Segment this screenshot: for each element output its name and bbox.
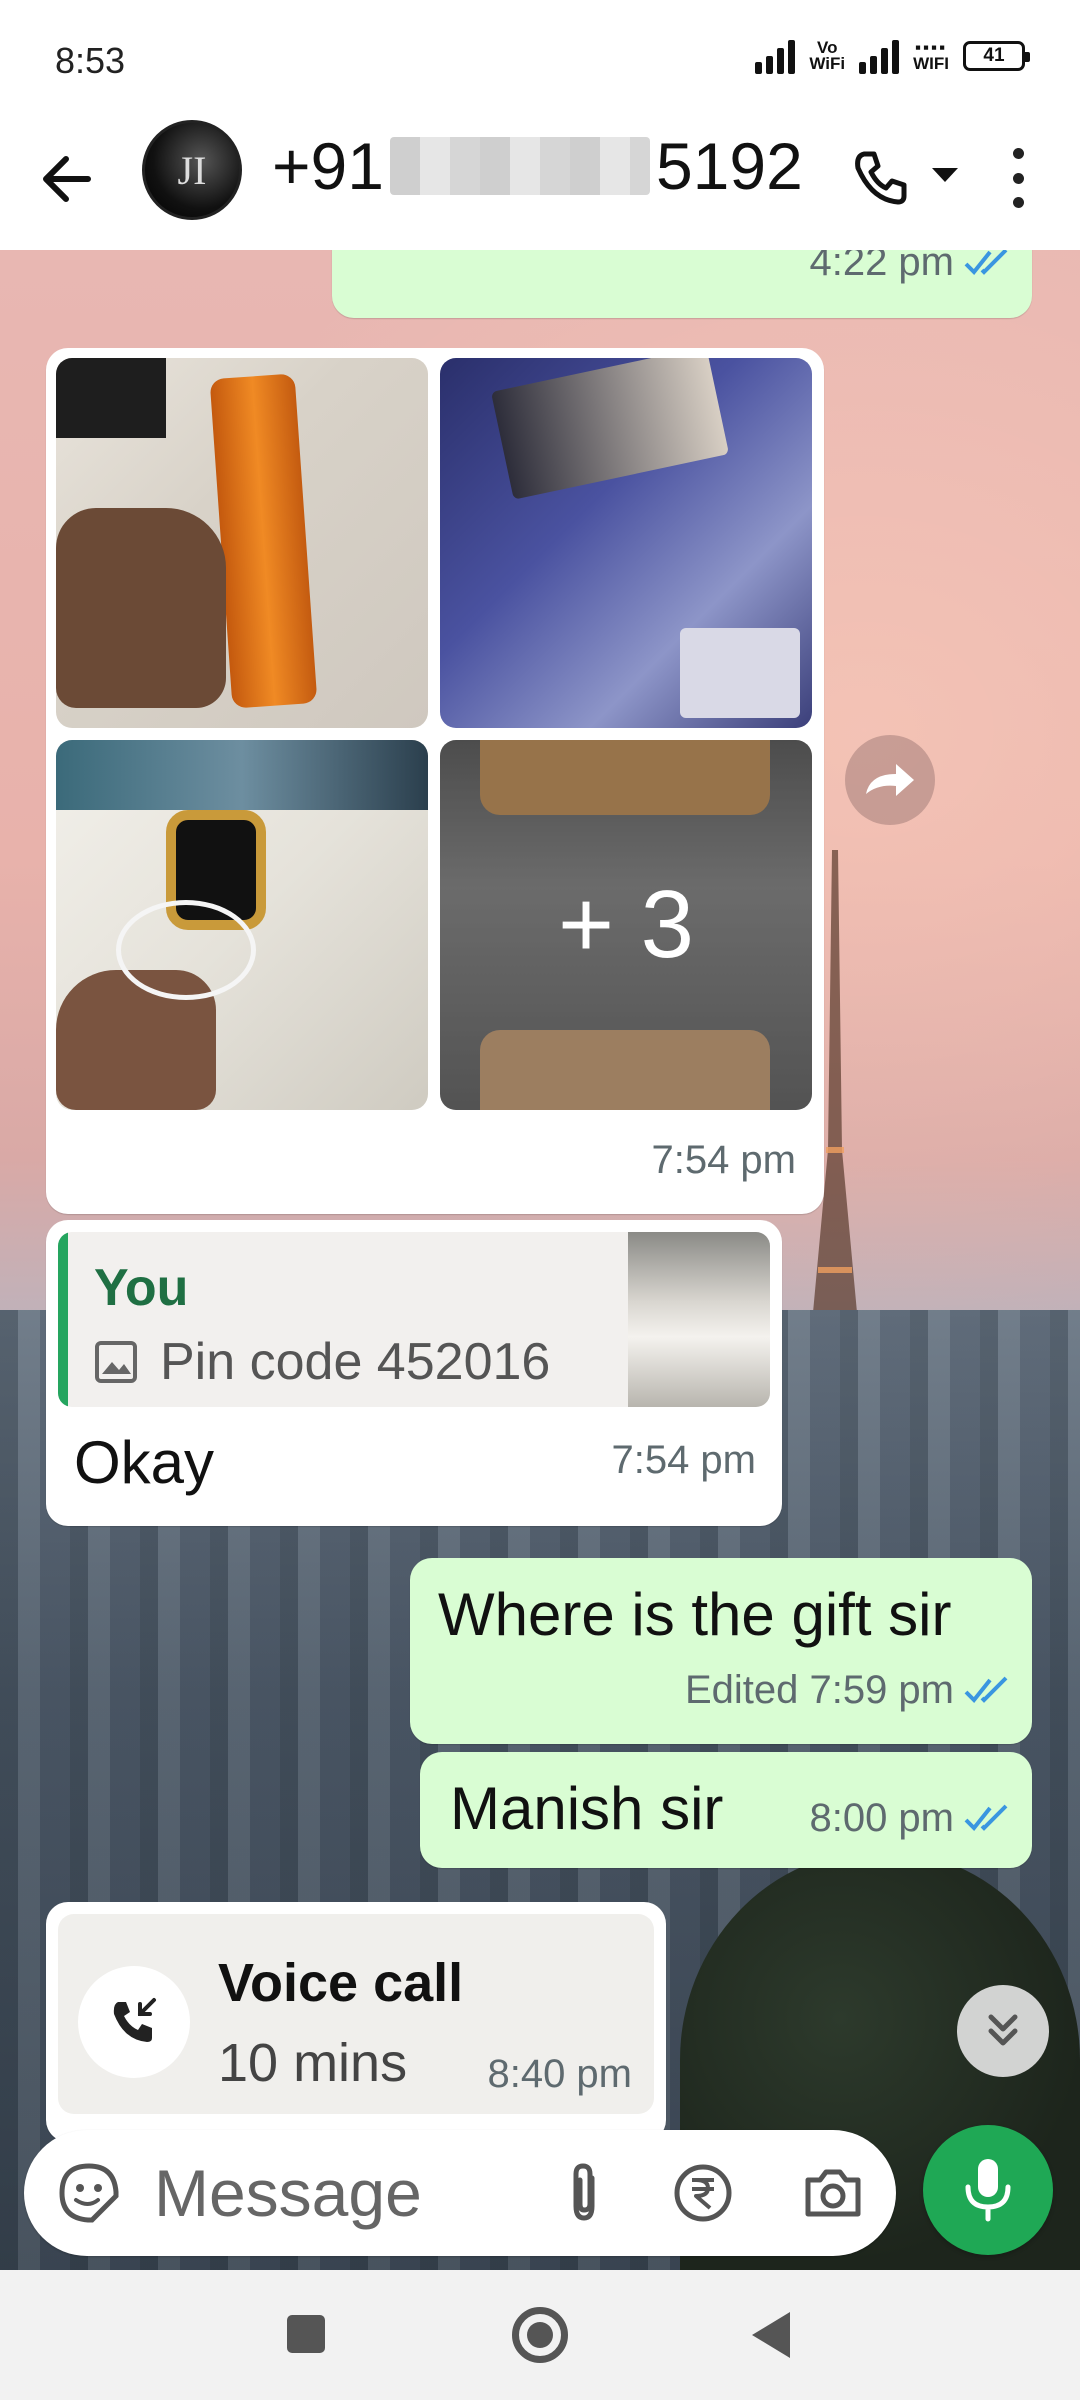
- camera-icon[interactable]: [802, 2162, 864, 2224]
- image-icon: [95, 1341, 137, 1383]
- redacted-digits: [389, 137, 650, 195]
- sticker-icon[interactable]: [58, 2162, 120, 2224]
- quote-bar: [58, 1232, 68, 1407]
- paperclip-icon[interactable]: [554, 2162, 616, 2224]
- avatar[interactable]: JI: [142, 120, 242, 220]
- back-button[interactable]: [752, 2312, 790, 2358]
- message-input[interactable]: [154, 2156, 544, 2230]
- message-text: Okay: [74, 1429, 215, 1496]
- read-ticks-icon: [964, 250, 1008, 275]
- message-composer: [24, 2130, 896, 2256]
- reply-message-bubble[interactable]: You Pin code 452016 Okay 7:54 pm: [46, 1220, 782, 1526]
- photo-thumbnail[interactable]: [440, 358, 812, 728]
- photo-album-bubble[interactable]: + 3 7:54 pm: [46, 348, 824, 1214]
- photo-more-thumbnail[interactable]: + 3: [440, 740, 812, 1110]
- status-bar: 8:53 Vo WiFi ▪▪▪▪ WIFI 41: [0, 0, 1080, 110]
- message-time: 7:54 pm: [611, 1438, 756, 1482]
- back-arrow-icon[interactable]: [38, 144, 98, 214]
- recents-button[interactable]: [287, 2315, 325, 2353]
- call-title: Voice call: [218, 1953, 464, 2013]
- phone-icon[interactable]: [850, 148, 910, 208]
- message-text: Where is the gift sir: [438, 1581, 952, 1648]
- battery-icon: 41: [963, 41, 1030, 71]
- message-time: 7:54 pm: [651, 1138, 796, 1182]
- signal-icon: [755, 38, 796, 74]
- outgoing-message-bubble[interactable]: 4:22 pm: [332, 250, 1032, 318]
- message-edited-time: Edited 7:59 pm: [684, 1668, 954, 1712]
- vowifi-icon: Vo WiFi: [809, 38, 846, 73]
- mic-icon: [965, 2159, 1011, 2222]
- voice-call-bubble[interactable]: Voice call 10 mins 8:40 pm: [46, 1902, 666, 2142]
- message-time: 8:00 pm: [809, 1796, 954, 1840]
- quoted-text: Pin code 452016: [160, 1333, 551, 1391]
- wifi-icon: ▪▪▪▪ WIFI: [913, 38, 949, 73]
- more-photos-count: + 3: [440, 740, 812, 1110]
- chat-area[interactable]: 4:22 pm + 3 7:54 pm You Pin code 452016 …: [0, 250, 1080, 2270]
- rupee-icon[interactable]: [672, 2162, 734, 2224]
- contact-name[interactable]: +91 5192: [272, 128, 803, 204]
- outgoing-message-bubble[interactable]: Manish sir 8:00 pm: [420, 1752, 1032, 1868]
- quoted-message[interactable]: You Pin code 452016: [58, 1232, 770, 1407]
- forward-icon[interactable]: [845, 735, 935, 825]
- message-time: 4:22 pm: [809, 250, 954, 284]
- more-vert-icon[interactable]: [1010, 148, 1026, 208]
- incoming-call-icon: [78, 1966, 190, 2078]
- status-icons: Vo WiFi ▪▪▪▪ WIFI 41: [755, 38, 1030, 74]
- dropdown-caret-icon[interactable]: [932, 168, 958, 184]
- outgoing-message-bubble[interactable]: Where is the gift sir Edited 7:59 pm: [410, 1558, 1032, 1744]
- home-button[interactable]: [512, 2307, 568, 2363]
- chat-header: JI +91 5192: [0, 110, 1080, 250]
- read-ticks-icon: [964, 1804, 1008, 1831]
- double-chevron-down-icon[interactable]: [957, 1985, 1049, 2077]
- signal-icon-2: [859, 38, 900, 74]
- photo-thumbnail[interactable]: [56, 358, 428, 728]
- message-time: 8:40 pm: [487, 2052, 632, 2096]
- system-nav-bar: [0, 2270, 1080, 2400]
- photo-thumbnail[interactable]: [56, 740, 428, 1110]
- status-time: 8:53: [55, 40, 126, 81]
- call-duration: 10 mins: [218, 2033, 408, 2093]
- message-text: Manish sir: [450, 1775, 724, 1842]
- quoted-image-thumbnail: [628, 1232, 770, 1407]
- quoted-author: You: [94, 1259, 189, 1317]
- read-ticks-icon: [964, 1676, 1008, 1703]
- mic-button[interactable]: [923, 2125, 1053, 2255]
